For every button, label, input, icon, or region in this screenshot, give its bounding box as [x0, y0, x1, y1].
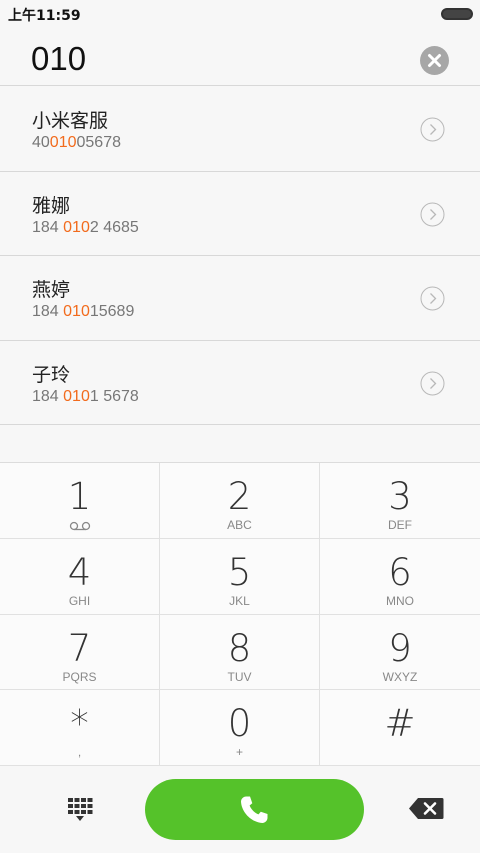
number-suffix: 15689 [89, 303, 135, 320]
key-9[interactable]: 9 WXYZ [320, 615, 480, 691]
contact-result[interactable]: 雅娜 184 0102 4685 [0, 171, 480, 256]
key-letters: PQRS [62, 669, 97, 684]
phone-icon [241, 796, 268, 823]
call-button[interactable] [145, 779, 364, 840]
contact-result[interactable]: 小米客服 4001005678 [0, 87, 480, 172]
key-4[interactable]: 4 GHI [0, 538, 160, 615]
backspace-icon[interactable] [408, 797, 444, 820]
key-digit: 3 [388, 475, 412, 518]
key-digit: 9 [388, 626, 412, 670]
number-suffix: 1 5678 [89, 387, 139, 405]
chevron-right-circle-icon[interactable] [420, 202, 445, 227]
contact-results-list: 小米客服 4001005678 雅娜 184 0102 4685 燕婷 184 … [0, 87, 480, 425]
contact-number: 184 0102 4685 [32, 219, 139, 237]
key-star[interactable]: * , [0, 690, 160, 766]
key-digit: 8 [227, 626, 252, 670]
number-prefix: 184 [32, 303, 64, 320]
key-letters: DEF [388, 518, 412, 532]
key-3[interactable]: 3 DEF [320, 463, 480, 539]
key-digit: 4 [67, 550, 92, 594]
key-letters: , [77, 745, 82, 760]
key-letters: + [235, 745, 243, 760]
key-digit: * [70, 702, 89, 746]
chevron-right-circle-icon[interactable] [420, 286, 445, 311]
number-input-row: 010 [0, 28, 480, 86]
number-match: 010 [63, 218, 90, 236]
clear-button[interactable] [420, 46, 449, 75]
key-hash[interactable]: # [320, 690, 480, 766]
chevron-right-circle-icon[interactable] [420, 117, 445, 142]
key-5[interactable]: 5 JKL [160, 538, 320, 615]
contact-number: 4001005678 [32, 134, 121, 152]
key-7[interactable]: 7 PQRS [0, 614, 160, 691]
number-match: 010 [63, 387, 90, 405]
chevron-right-circle-icon[interactable] [420, 371, 445, 396]
key-digit: 1 [67, 475, 92, 518]
contact-number: 184 0101 5678 [32, 388, 139, 406]
dialpad: 1 2 ABC 3 DEF 4 GHI 5 JKL 6 MNO 7 PQRS 8… [0, 462, 480, 766]
key-letters: ABC [227, 518, 252, 532]
dialed-number[interactable]: 010 [31, 40, 86, 78]
key-digit: 2 [227, 475, 252, 518]
number-prefix: 40 [32, 134, 50, 151]
clear-icon [428, 54, 441, 67]
key-letters: JKL [229, 593, 250, 608]
key-digit: # [384, 702, 416, 746]
key-digit: 0 [227, 702, 252, 746]
contact-result[interactable]: 子玲 184 0101 5678 [0, 340, 480, 425]
status-bar: 上午11:59 [0, 0, 480, 28]
key-digit: 6 [388, 550, 412, 594]
status-time: 上午11:59 [8, 8, 81, 24]
key-letters: WXYZ [382, 669, 418, 684]
contact-name: 燕婷 [32, 279, 71, 301]
key-8[interactable]: 8 TUV [160, 614, 320, 691]
key-1[interactable]: 1 [0, 463, 160, 539]
key-digit: 7 [67, 626, 92, 670]
key-2[interactable]: 2 ABC [160, 463, 320, 539]
key-digit: 5 [227, 550, 252, 594]
number-prefix: 184 [32, 218, 64, 236]
key-6[interactable]: 6 MNO [320, 539, 480, 615]
contact-name: 小米客服 [32, 110, 109, 132]
bottom-action-bar [0, 765, 480, 853]
voicemail-icon [69, 521, 90, 531]
contact-number: 184 01015689 [32, 303, 134, 321]
number-match: 010 [63, 303, 90, 320]
number-match: 010 [49, 134, 77, 151]
number-suffix: 05678 [76, 134, 122, 151]
key-letters: TUV [227, 669, 252, 684]
dialpad-grid-icon[interactable] [66, 796, 94, 822]
key-letters: GHI [68, 593, 91, 608]
number-suffix: 2 4685 [89, 218, 139, 236]
contact-name: 雅娜 [32, 194, 71, 217]
number-prefix: 184 [32, 387, 64, 405]
key-0[interactable]: 0 + [160, 690, 320, 766]
key-letters: MNO [386, 593, 414, 608]
contact-name: 子玲 [32, 363, 71, 386]
battery-icon [441, 8, 473, 20]
contact-result[interactable]: 燕婷 184 01015689 [0, 256, 480, 341]
